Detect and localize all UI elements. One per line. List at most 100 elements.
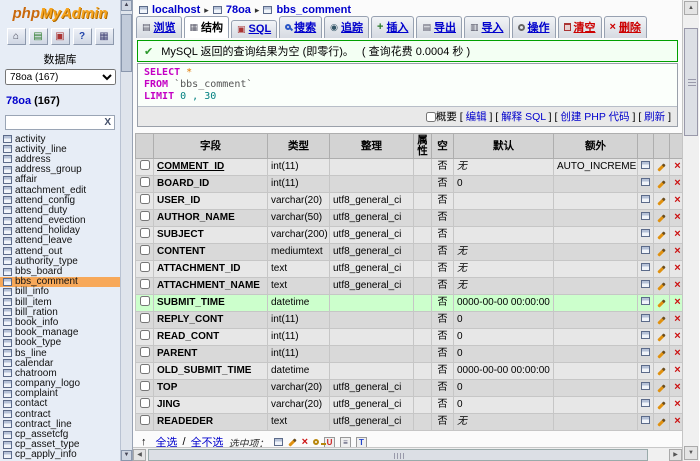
sidebar-table-attend_evection[interactable]: attend_evection (0, 216, 120, 226)
change-field-icon[interactable] (654, 210, 670, 227)
drop-field-icon[interactable]: × (670, 278, 683, 295)
breadcrumb-database[interactable]: 78oa (226, 4, 251, 16)
row-checkbox-cell[interactable] (136, 414, 154, 431)
sidebar-table-activity_line[interactable]: activity_line (0, 144, 120, 154)
browse-distinct-icon[interactable] (638, 329, 654, 346)
browse-distinct-icon[interactable] (641, 365, 650, 373)
row-checkbox[interactable] (140, 245, 150, 255)
row-checkbox[interactable] (140, 211, 150, 221)
sidebar-table-book_manage[interactable]: book_manage (0, 328, 120, 338)
row-checkbox[interactable] (140, 177, 150, 187)
sidebar-table-bill_item[interactable]: bill_item (0, 297, 120, 307)
change-field-icon[interactable] (657, 197, 665, 205)
row-checkbox-cell[interactable] (136, 346, 154, 363)
tab-insert[interactable]: +插入 (371, 16, 414, 38)
drop-field-icon[interactable]: × (670, 210, 683, 227)
drop-field-icon[interactable]: × (670, 380, 683, 397)
browse-distinct-icon[interactable] (641, 314, 650, 322)
drop-field-icon[interactable]: × (670, 346, 683, 363)
browse-distinct-icon[interactable] (638, 210, 654, 227)
sidebar-table-attachment_edit[interactable]: attachment_edit (0, 185, 120, 195)
sidebar-table-contact[interactable]: contact (0, 399, 120, 409)
drop-field-icon[interactable]: × (674, 381, 680, 393)
sidebar-table-affair[interactable]: affair (0, 175, 120, 185)
change-field-icon[interactable] (657, 350, 665, 358)
sidebar-table-calendar[interactable]: calendar (0, 358, 120, 368)
tab-search[interactable]: 搜索 (279, 16, 322, 38)
docs-icon[interactable]: ? (73, 28, 92, 45)
row-checkbox-cell[interactable] (136, 244, 154, 261)
drop-field-icon[interactable]: × (674, 398, 680, 410)
drop-field-icon[interactable]: × (670, 159, 683, 176)
drop-field-icon[interactable]: × (674, 245, 680, 257)
browse-distinct-icon[interactable] (638, 193, 654, 210)
change-field-icon[interactable] (657, 214, 665, 222)
row-checkbox-cell[interactable] (136, 193, 154, 210)
primary-key-icon[interactable] (313, 439, 319, 445)
database-link[interactable]: 78oa (6, 95, 31, 107)
sidebar-table-contract_line[interactable]: contract_line (0, 419, 120, 429)
change-field-icon[interactable] (657, 231, 665, 239)
row-checkbox[interactable] (140, 381, 150, 391)
drop-field-icon[interactable]: × (670, 176, 683, 193)
drop-field-icon[interactable]: × (670, 363, 683, 380)
scroll-left-icon[interactable]: ◀ (133, 449, 146, 461)
sidebar-table-cp_asset_type[interactable]: cp_asset_type (0, 440, 120, 450)
tab-sql[interactable]: ▣SQL (231, 20, 277, 38)
change-field-icon[interactable] (657, 333, 665, 341)
sidebar-table-chatroom[interactable]: chatroom (0, 368, 120, 378)
sidebar-table-bill_ration[interactable]: bill_ration (0, 307, 120, 317)
change-field-icon[interactable] (654, 227, 670, 244)
drop-field-icon[interactable]: × (674, 330, 680, 342)
row-checkbox[interactable] (140, 296, 150, 306)
drop-field-icon[interactable]: × (674, 194, 680, 206)
row-checkbox-cell[interactable] (136, 227, 154, 244)
drop-field-icon[interactable]: × (674, 211, 680, 223)
edit-query-link[interactable]: 编辑 (466, 111, 487, 123)
sidebar-table-bbs_board[interactable]: bbs_board (0, 266, 120, 276)
drop-field-icon[interactable]: × (674, 228, 680, 240)
row-checkbox[interactable] (140, 330, 150, 340)
sidebar-table-attend_out[interactable]: attend_out (0, 246, 120, 256)
row-checkbox[interactable] (140, 364, 150, 374)
scroll-up-icon[interactable]: ▲ (121, 0, 132, 11)
row-checkbox-cell[interactable] (136, 380, 154, 397)
browse-distinct-icon[interactable] (638, 346, 654, 363)
scroll-down-icon[interactable]: ▼ (121, 450, 132, 461)
change-field-icon[interactable] (657, 316, 665, 324)
browse-distinct-icon[interactable] (641, 212, 650, 220)
browse-distinct-icon[interactable] (641, 297, 650, 305)
tab-drop[interactable]: ×删除 (604, 16, 647, 38)
change-field-icon[interactable] (654, 329, 670, 346)
drop-field-icon[interactable]: × (670, 329, 683, 346)
sidebar-table-book_type[interactable]: book_type (0, 338, 120, 348)
drop-field-icon[interactable]: × (674, 262, 680, 274)
sidebar-table-attend_leave[interactable]: attend_leave (0, 236, 120, 246)
drop-field-icon[interactable]: × (674, 347, 680, 359)
fulltext-icon[interactable]: T (356, 437, 367, 448)
drop-field-icon[interactable]: × (674, 313, 680, 325)
drop-field-icon[interactable]: × (670, 244, 683, 261)
browse-distinct-icon[interactable] (638, 397, 654, 414)
vertical-scroll-thumb[interactable] (684, 28, 698, 136)
row-checkbox-cell[interactable] (136, 363, 154, 380)
change-field-icon[interactable] (654, 414, 670, 431)
drop-field-icon[interactable]: × (670, 193, 683, 210)
browse-distinct-icon[interactable] (641, 246, 650, 254)
browse-distinct-icon[interactable] (638, 380, 654, 397)
browse-distinct-icon[interactable] (638, 244, 654, 261)
create-php-link[interactable]: 创建 PHP 代码 (560, 111, 629, 123)
home-icon[interactable]: ⌂ (7, 28, 26, 45)
tab-structure[interactable]: ▦结构 (184, 16, 230, 38)
tab-operations[interactable]: 操作 (512, 16, 556, 38)
browse-distinct-icon[interactable] (641, 280, 650, 288)
change-field-icon[interactable] (654, 278, 670, 295)
row-checkbox-cell[interactable] (136, 397, 154, 414)
browse-distinct-icon[interactable] (641, 399, 650, 407)
browse-distinct-icon[interactable] (638, 227, 654, 244)
sidebar-scroll-thumb[interactable] (121, 14, 132, 72)
change-field-icon[interactable] (657, 180, 665, 188)
sidebar-table-activity[interactable]: activity (0, 134, 120, 144)
profiling-checkbox[interactable] (426, 112, 436, 122)
drop-field-icon[interactable]: × (674, 160, 680, 172)
